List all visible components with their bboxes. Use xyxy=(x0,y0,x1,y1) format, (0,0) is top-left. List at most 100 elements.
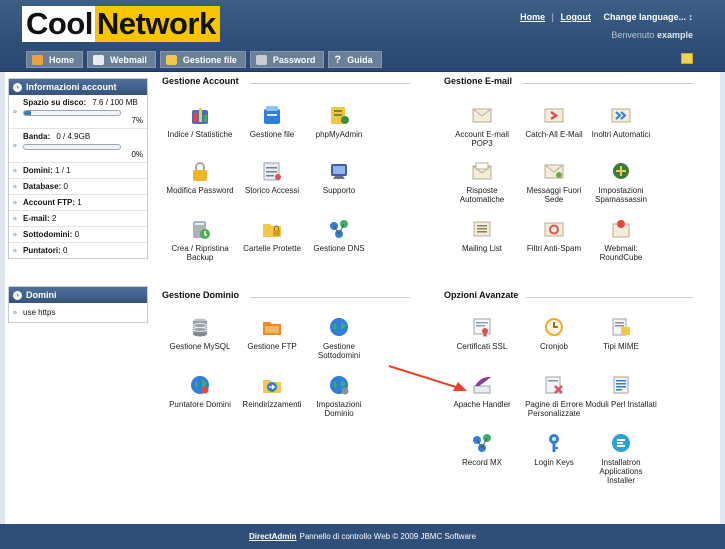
item-label: Catch-All E-Mail xyxy=(525,130,583,139)
stat-label: Domini: xyxy=(23,166,53,175)
item-label: phpMyAdmin xyxy=(315,130,363,139)
item-puntatore-domini[interactable]: Puntatore Domini xyxy=(164,374,236,409)
item-gestione-ftp[interactable]: Gestione FTP xyxy=(236,316,308,351)
home-link[interactable]: Home xyxy=(520,12,545,22)
error-page-icon xyxy=(545,376,563,394)
link-separator: | xyxy=(551,12,554,22)
item-inoltri-automatici[interactable]: Inoltri Automatici xyxy=(585,104,657,139)
statistics-icon xyxy=(192,108,208,124)
item-gestione-dns[interactable]: Gestione DNS xyxy=(303,218,375,253)
logo[interactable]: Cool Network xyxy=(22,6,220,42)
header: Cool Network Home | Logout Change langua… xyxy=(0,0,725,72)
item-pagine-errore-personalizzate[interactable]: Pagine di Errore Personalizzate xyxy=(518,374,590,418)
item-storico-accessi[interactable]: Storico Accessi xyxy=(236,160,308,195)
spamassassin-icon xyxy=(613,163,629,179)
domain-item[interactable]: » use https xyxy=(9,303,147,322)
welcome-prefix: Benvenuto xyxy=(611,30,655,40)
item-phpmyadmin[interactable]: phpMyAdmin xyxy=(303,104,375,139)
mail-icon xyxy=(93,54,105,65)
bandwidth-label: Banda: xyxy=(23,132,51,141)
change-language-select[interactable]: Change language... ↕ xyxy=(603,12,693,22)
chevron-right-icon: › xyxy=(13,290,22,300)
domains-box: › Domini » use https xyxy=(8,286,148,323)
stat-label: Account FTP: xyxy=(23,198,75,207)
notes-button[interactable] xyxy=(681,53,693,64)
item-impostazioni-spamassassin[interactable]: Impostazioni Spamassassin xyxy=(585,160,657,204)
tab-guida[interactable]: ? Guida xyxy=(328,51,382,68)
item-moduli-perl-installati[interactable]: Moduli Perl Installati xyxy=(585,374,657,409)
item-installatron[interactable]: Installatron Applications Installer xyxy=(585,432,657,485)
stat-value: 0 xyxy=(63,246,68,255)
bullet-arrow-icon: » xyxy=(13,231,17,238)
stat-row-account-ftp: » Account FTP: 1 xyxy=(9,195,147,211)
item-label: Apache Handler xyxy=(453,400,511,409)
item-label: Moduli Perl Installati xyxy=(585,400,657,409)
ftp-icon xyxy=(263,322,281,335)
item-gestione-file[interactable]: Gestione file xyxy=(236,104,308,139)
main-tabs: Home Webmail Gestione file Password ? Gu… xyxy=(26,51,382,68)
section-title-advanced: Opzioni Avanzate xyxy=(444,290,519,300)
disk-usage-row: » Spazio su disco: 7.6 / 100 MB 7% xyxy=(9,95,147,129)
item-label: Tipi MIME xyxy=(603,342,639,351)
tab-gestione-file[interactable]: Gestione file xyxy=(159,51,246,68)
item-label: Puntatore Domini xyxy=(169,400,231,409)
section-divider xyxy=(250,297,410,298)
item-gestione-mysql[interactable]: Gestione MySQL xyxy=(164,316,236,351)
key-icon xyxy=(549,434,559,452)
tab-label: Guida xyxy=(347,54,373,65)
mailing-list-icon xyxy=(473,221,491,237)
account-info-header[interactable]: › Informazioni account xyxy=(9,79,147,95)
item-modifica-password[interactable]: Modifica Password xyxy=(164,160,236,195)
item-supporto[interactable]: Supporto xyxy=(303,160,375,195)
item-label: Reindirizzamenti xyxy=(242,400,302,409)
item-webmail-roundcube[interactable]: Webmail: RoundCube xyxy=(585,218,657,262)
tab-label: Gestione file xyxy=(182,54,237,65)
tab-password[interactable]: Password xyxy=(249,51,325,68)
section-title-email: Gestione E-mail xyxy=(444,76,513,86)
section-divider xyxy=(523,83,693,84)
bandwidth-progress-bar xyxy=(23,144,121,150)
domain-pointer-icon xyxy=(191,376,209,394)
domains-header[interactable]: › Domini xyxy=(9,287,147,303)
item-label: Record MX xyxy=(461,458,502,467)
logo-part-network: Network xyxy=(94,6,220,42)
item-gestione-sottodomini[interactable]: Gestione Sottodomini xyxy=(303,316,375,360)
item-risposte-automatiche[interactable]: Risposte Automatiche xyxy=(446,160,518,204)
disk-progress-fill xyxy=(24,111,31,115)
item-label: Risposte Automatiche xyxy=(459,186,505,204)
item-login-keys[interactable]: Login Keys xyxy=(518,432,590,467)
item-reindirizzamenti[interactable]: Reindirizzamenti xyxy=(236,374,308,409)
item-cartelle-protette[interactable]: Cartelle Protette xyxy=(236,218,308,253)
item-filtri-anti-spam[interactable]: Filtri Anti-Spam xyxy=(518,218,590,253)
tab-home[interactable]: Home xyxy=(26,51,84,68)
item-label: Gestione Sottodomini xyxy=(317,342,361,360)
mime-types-icon xyxy=(612,318,630,336)
annotation-arrow-icon xyxy=(388,365,467,391)
perl-modules-icon xyxy=(613,376,629,394)
item-label: Supporto xyxy=(322,186,356,195)
item-label: Storico Accessi xyxy=(244,186,300,195)
catch-all-icon xyxy=(544,108,564,123)
item-messaggi-fuori-sede[interactable]: Messaggi Fuori Sede xyxy=(518,160,590,204)
item-account-email-pop3[interactable]: Account E-mail POP3 xyxy=(446,104,518,148)
item-certificati-ssl[interactable]: Certificati SSL xyxy=(446,316,518,351)
item-indice-statistiche[interactable]: Indice / Statistiche xyxy=(164,104,236,139)
section-divider xyxy=(250,83,410,84)
item-impostazioni-dominio[interactable]: Impostazioni Dominio xyxy=(303,374,375,418)
section-title-account: Gestione Account xyxy=(162,76,239,86)
tab-webmail[interactable]: Webmail xyxy=(87,51,156,68)
item-tipi-mime[interactable]: Tipi MIME xyxy=(585,316,657,351)
item-crea-ripristina-backup[interactable]: Crea / Ripristina Backup xyxy=(164,218,236,262)
stat-row-email: » E-mail: 2 xyxy=(9,211,147,227)
access-log-icon xyxy=(263,162,281,181)
item-record-mx[interactable]: Record MX xyxy=(446,432,518,467)
directadmin-link[interactable]: DirectAdmin xyxy=(249,532,297,541)
item-label: Inoltri Automatici xyxy=(591,130,651,139)
item-mailing-list[interactable]: Mailing List xyxy=(446,218,518,253)
main-panel: › Informazioni account » Spazio su disco… xyxy=(5,72,720,524)
item-cronjob[interactable]: Cronjob xyxy=(518,316,590,351)
tab-label: Password xyxy=(272,54,316,65)
account-info-title: Informazioni account xyxy=(26,82,117,92)
item-catch-all-email[interactable]: Catch-All E-Mail xyxy=(518,104,590,139)
logout-link[interactable]: Logout xyxy=(560,12,591,22)
